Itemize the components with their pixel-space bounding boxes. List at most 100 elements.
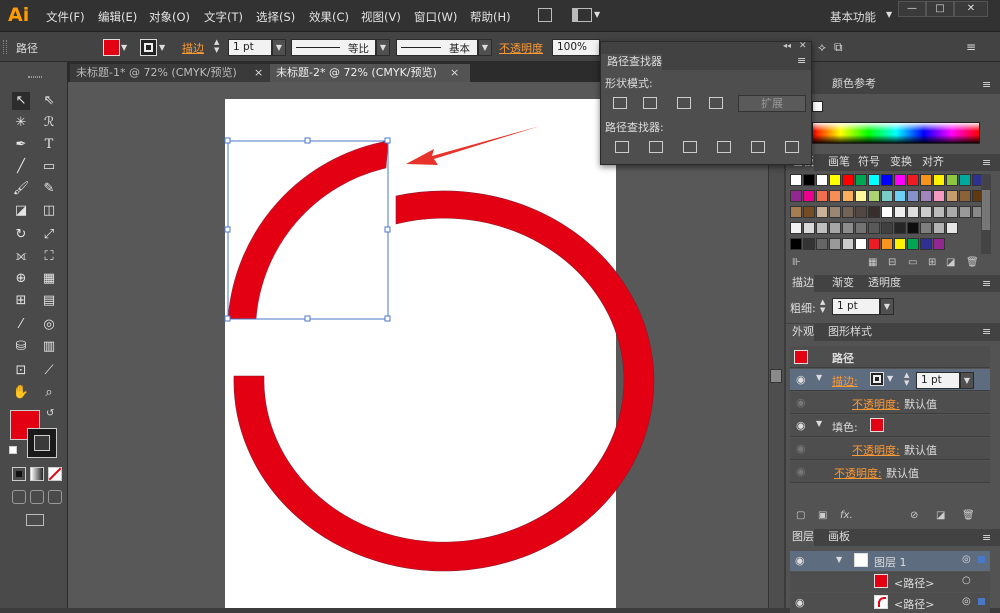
panel-menu-icon[interactable]: ≡ — [797, 54, 806, 67]
disclosure-triangle-icon[interactable]: ▼ — [836, 555, 842, 564]
selected-arc-path[interactable] — [227, 140, 389, 320]
appearance-opacity-row-2[interactable]: ◉ 不透明度: 默认值 — [790, 438, 990, 460]
chevron-down-icon[interactable]: ▼ — [887, 374, 893, 383]
swatch[interactable] — [946, 174, 958, 186]
swatch[interactable] — [816, 174, 828, 186]
stroke-weight-field[interactable]: 1 pt — [832, 298, 880, 315]
swatch[interactable] — [920, 222, 932, 234]
swatch[interactable] — [946, 222, 958, 234]
exclude-icon[interactable] — [709, 97, 723, 109]
tab-layers[interactable]: 图层 — [786, 529, 814, 546]
swatch[interactable] — [829, 238, 841, 250]
tab-graphic-styles[interactable]: 图形样式 — [822, 324, 872, 341]
intersect-icon[interactable] — [677, 97, 691, 109]
swatch[interactable] — [855, 238, 867, 250]
swatch[interactable] — [816, 190, 828, 202]
eye-icon[interactable]: ◉ — [796, 419, 806, 432]
eye-icon[interactable]: ◉ — [795, 554, 805, 567]
layer-row-path-2[interactable]: ◉ <路径> ◎ — [790, 593, 990, 613]
appearance-opacity-row-3[interactable]: ◉ 不透明度: 默认值 — [790, 461, 990, 483]
merge-icon[interactable] — [683, 141, 697, 153]
swatch[interactable] — [907, 222, 919, 234]
chevron-down-icon[interactable]: ▼ — [880, 298, 894, 315]
panel-menu-icon[interactable]: ≡ — [982, 277, 991, 290]
target-icon[interactable]: ◎ — [962, 596, 971, 607]
color-spectrum[interactable] — [812, 122, 980, 144]
panel-menu-icon[interactable]: ≡ — [982, 531, 991, 544]
swatch[interactable] — [881, 174, 893, 186]
eye-icon[interactable]: ◉ — [796, 396, 806, 409]
tab-transform[interactable]: 变换 — [884, 154, 912, 171]
swatch[interactable] — [829, 222, 841, 234]
tab-artboards[interactable]: 画板 — [822, 529, 850, 546]
panel-menu-icon[interactable]: ≡ — [982, 78, 991, 91]
stepper-icon[interactable]: ▲ ▼ — [820, 298, 825, 314]
swatch[interactable] — [933, 206, 945, 218]
swatch[interactable] — [920, 206, 932, 218]
swatch[interactable] — [946, 190, 958, 202]
swatch[interactable] — [855, 174, 867, 186]
appearance-stroke-row[interactable]: ◉ ▼ 描边: ▼ ▲ ▼ 1 pt ▼ — [790, 369, 990, 391]
layer-name[interactable]: 图层 1 — [874, 554, 907, 570]
swatch[interactable] — [959, 190, 971, 202]
swatch[interactable] — [868, 174, 880, 186]
eye-icon[interactable]: ◉ — [796, 373, 806, 386]
trash-icon[interactable]: 🗑 — [962, 510, 975, 521]
eye-icon[interactable]: ◉ — [796, 442, 806, 455]
new-swatch-icon[interactable]: ◪ — [946, 257, 955, 268]
selection-indicator[interactable] — [978, 598, 985, 605]
swatch[interactable] — [829, 190, 841, 202]
swatch[interactable] — [933, 174, 945, 186]
tab-gradient[interactable]: 渐变 — [826, 275, 854, 292]
swatch[interactable] — [842, 190, 854, 202]
tab-pathfinder[interactable]: 路径查找器 — [601, 54, 662, 71]
appearance-stroke-label[interactable]: 描边: — [832, 373, 858, 389]
trash-icon[interactable]: 🗑 — [966, 257, 979, 268]
swatch[interactable] — [933, 190, 945, 202]
duplicate-icon[interactable]: ◪ — [936, 510, 945, 521]
swatch[interactable] — [894, 190, 906, 202]
disclosure-triangle-icon[interactable]: ▼ — [816, 419, 822, 428]
opacity-label[interactable]: 不透明度: — [852, 396, 900, 412]
swatch[interactable] — [816, 238, 828, 250]
tab-symbols[interactable]: 符号 — [852, 154, 880, 171]
swatch[interactable] — [894, 238, 906, 250]
chevron-down-icon[interactable]: ▼ — [960, 372, 974, 389]
add-fill-icon[interactable]: ▣ — [818, 510, 827, 521]
swatch[interactable] — [816, 206, 828, 218]
swatch[interactable] — [868, 190, 880, 202]
tab-align[interactable]: 对齐 — [916, 154, 944, 171]
tab-transparency[interactable]: 透明度 — [862, 275, 901, 292]
swatch[interactable] — [894, 222, 906, 234]
swatch[interactable] — [829, 206, 841, 218]
tab-appearance[interactable]: 外观 — [786, 324, 814, 341]
swatch[interactable] — [790, 222, 802, 234]
panel-titlebar[interactable]: ◂◂ ✕ — [601, 41, 811, 54]
swatch[interactable] — [959, 174, 971, 186]
color-swatch-white[interactable] — [812, 101, 823, 112]
swatch[interactable] — [803, 190, 815, 202]
swatch[interactable] — [842, 174, 854, 186]
close-icon[interactable]: ✕ — [799, 41, 807, 51]
swatch[interactable] — [803, 238, 815, 250]
minus-back-icon[interactable] — [785, 141, 799, 153]
scroll-thumb[interactable] — [982, 190, 990, 230]
fill-swatch[interactable] — [870, 418, 884, 432]
trim-icon[interactable] — [649, 141, 663, 153]
swatch[interactable] — [842, 222, 854, 234]
swatch[interactable] — [868, 238, 880, 250]
swatch[interactable] — [881, 190, 893, 202]
swatch[interactable] — [894, 206, 906, 218]
swatch[interactable] — [803, 174, 815, 186]
options-icon[interactable]: ⊟ — [888, 257, 896, 268]
swatch[interactable] — [803, 222, 815, 234]
swatch[interactable] — [907, 190, 919, 202]
swatch[interactable] — [920, 238, 932, 250]
opacity-label[interactable]: 不透明度: — [852, 442, 900, 458]
swatch[interactable] — [842, 238, 854, 250]
swatch[interactable] — [868, 222, 880, 234]
swatch[interactable] — [790, 174, 802, 186]
scroll-thumb[interactable] — [770, 369, 782, 383]
swatch[interactable] — [907, 174, 919, 186]
show-kinds-icon[interactable]: ▦ — [868, 257, 877, 268]
